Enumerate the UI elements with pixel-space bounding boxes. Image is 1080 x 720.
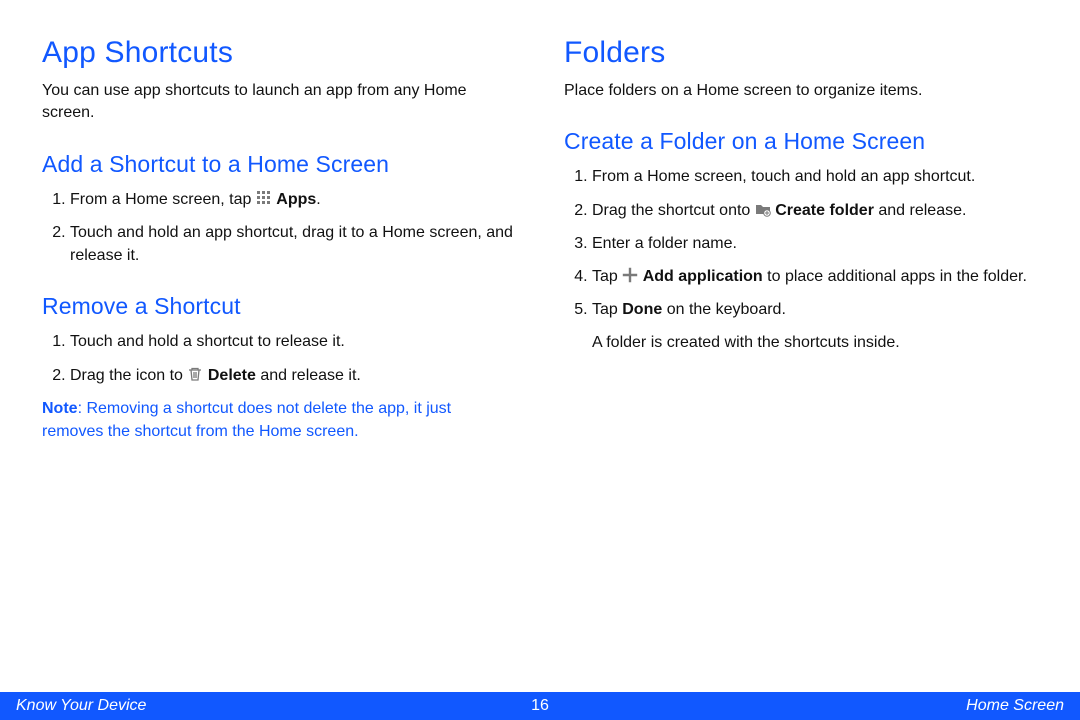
list-item: Tap Add application to place additional …: [592, 265, 1038, 288]
column-left: App Shortcuts You can use app shortcuts …: [42, 30, 516, 660]
apps-grid-icon: [256, 190, 272, 206]
heading-remove-shortcut: Remove a Shortcut: [42, 293, 516, 320]
text: and release it.: [256, 367, 361, 384]
list-item: From a Home screen, tap Apps.: [70, 188, 516, 211]
text: .: [316, 191, 320, 208]
footer-left: Know Your Device: [16, 697, 146, 715]
note-text: : Removing a shortcut does not delete th…: [42, 400, 451, 440]
note-remove-shortcut: Note: Removing a shortcut does not delet…: [42, 397, 516, 443]
list-remove-shortcut: Touch and hold a shortcut to release it.…: [42, 330, 516, 386]
text: and release.: [874, 202, 967, 219]
text-folder-result: A folder is created with the shortcuts i…: [592, 331, 1038, 354]
plus-icon: [622, 267, 638, 283]
list-item: From a Home screen, touch and hold an ap…: [592, 165, 1038, 188]
note-label: Note: [42, 400, 78, 417]
text: Drag the shortcut onto: [592, 202, 755, 219]
heading-create-folder: Create a Folder on a Home Screen: [564, 128, 1038, 155]
bold-text: Add application: [643, 268, 763, 285]
list-add-shortcut: From a Home screen, tap Apps. Touch and …: [42, 188, 516, 268]
bold-text: Apps: [276, 191, 316, 208]
list-item: Drag the icon to Delete and release it.: [70, 364, 516, 387]
list-item: Enter a folder name.: [592, 232, 1038, 255]
page-content: App Shortcuts You can use app shortcuts …: [0, 0, 1080, 660]
column-right: Folders Place folders on a Home screen t…: [564, 30, 1038, 660]
bold-text: Create folder: [775, 202, 874, 219]
text: Tap: [592, 301, 622, 318]
list-create-folder: From a Home screen, touch and hold an ap…: [564, 165, 1038, 321]
heading-folders: Folders: [564, 36, 1038, 70]
list-item: Touch and hold an app shortcut, drag it …: [70, 221, 516, 267]
heading-add-shortcut: Add a Shortcut to a Home Screen: [42, 151, 516, 178]
footer-page-number: 16: [0, 697, 1080, 715]
page-footer: Know Your Device 16 Home Screen: [0, 692, 1080, 720]
text: Tap: [592, 268, 622, 285]
list-item: Touch and hold a shortcut to release it.: [70, 330, 516, 353]
text: on the keyboard.: [662, 301, 786, 318]
bold-text: Delete: [208, 367, 256, 384]
bold-text: Done: [622, 301, 662, 318]
text: Drag the icon to: [70, 367, 187, 384]
footer-right: Home Screen: [966, 697, 1064, 715]
trash-icon: [187, 366, 203, 382]
heading-app-shortcuts: App Shortcuts: [42, 36, 516, 70]
list-item: Drag the shortcut onto Create folder and…: [592, 199, 1038, 222]
folder-add-icon: [755, 201, 771, 217]
list-item: Tap Done on the keyboard.: [592, 298, 1038, 321]
text: From a Home screen, tap: [70, 191, 256, 208]
text: to place additional apps in the folder.: [763, 268, 1027, 285]
intro-app-shortcuts: You can use app shortcuts to launch an a…: [42, 80, 516, 125]
intro-folders: Place folders on a Home screen to organi…: [564, 80, 1038, 102]
